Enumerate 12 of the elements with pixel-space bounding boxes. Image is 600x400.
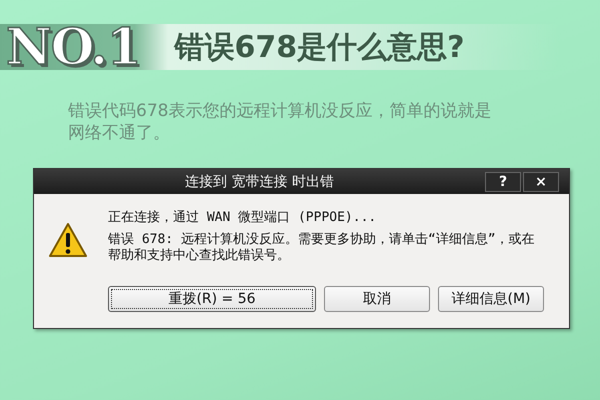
close-button[interactable]: × bbox=[523, 172, 559, 192]
help-button[interactable]: ? bbox=[485, 172, 521, 192]
dialog-button[interactable]: 重拨(R) = 56 bbox=[108, 286, 316, 312]
dialog-button[interactable]: 详细信息(M) bbox=[438, 286, 544, 312]
warning-icon bbox=[48, 222, 88, 258]
badge-number: NO.1 bbox=[6, 22, 141, 72]
dialog-button[interactable]: 取消 bbox=[324, 286, 430, 312]
window-title: 连接到 宽带连接 时出错 bbox=[184, 172, 335, 190]
description: 错误代码678表示您的远程计算机没反应，简单的说就是网络不通了。 bbox=[68, 100, 492, 144]
status-text: 正在连接，通过 WAN 微型端口 (PPPOE)... bbox=[108, 210, 378, 226]
heading: 错误678是什么意思? bbox=[174, 28, 465, 66]
error-message: 错误 678: 远程计算机没反应。需要更多协助，请单击“详细信息”，或在帮助和支持中心查找此错误号。 bbox=[108, 232, 536, 264]
